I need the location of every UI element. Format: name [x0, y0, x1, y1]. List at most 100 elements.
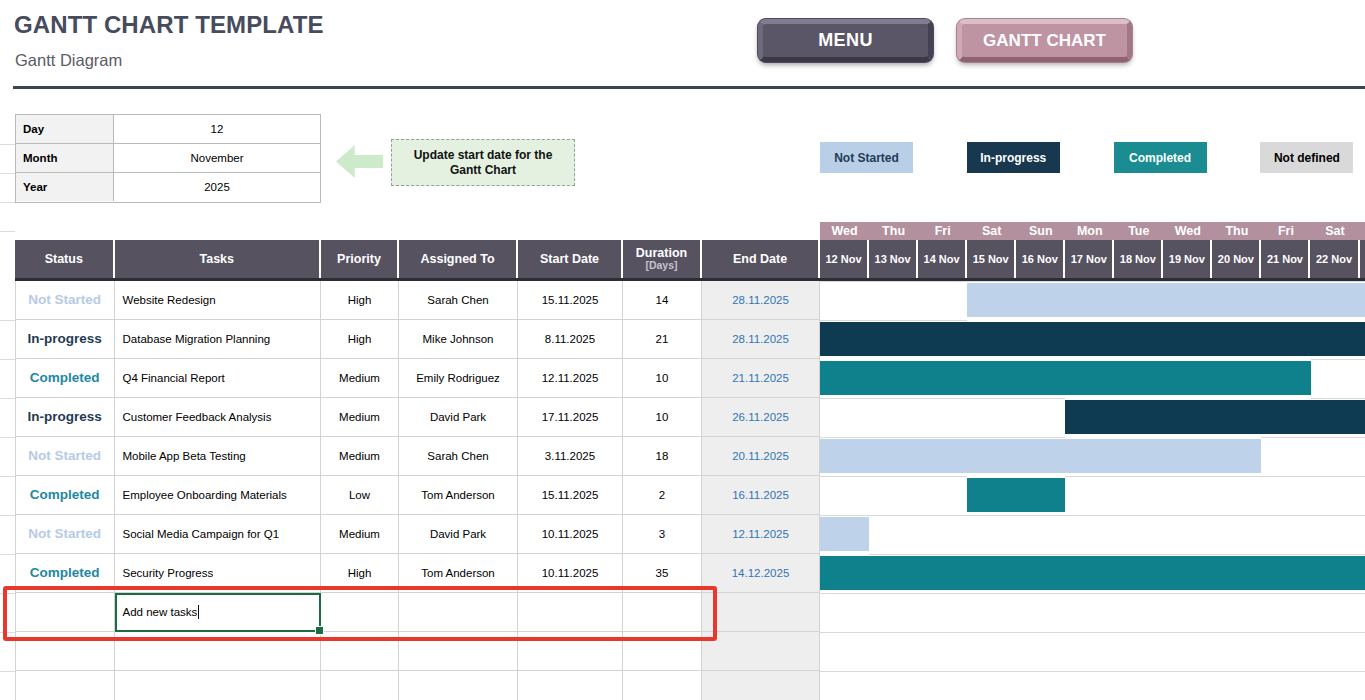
gridline-stub [0, 515, 15, 516]
table-header: Status Tasks Priority Assigned To Start … [15, 240, 820, 278]
cell-r1c1[interactable]: Database Migration Planning [115, 320, 322, 359]
cell-r2c3[interactable]: Emily Rodriguez [399, 359, 518, 398]
gantt-bar-gap [967, 475, 1065, 477]
gantt-day-cell: Wed [1163, 222, 1212, 240]
active-cell-text: Add new tasks [123, 606, 198, 618]
cell-r3c5[interactable]: 10 [623, 398, 702, 437]
cell-r3c3[interactable]: David Park [399, 398, 518, 437]
cell-r6c5[interactable]: 3 [623, 515, 702, 554]
gridline-stub [0, 173, 15, 174]
date-selector-value[interactable]: 2025 [114, 173, 320, 201]
page-subtitle: Gantt Diagram [15, 51, 122, 70]
gantt-day-cell: Tue [1114, 222, 1163, 240]
cell-r10c0[interactable] [15, 671, 115, 700]
cell-r2c0[interactable]: Completed [15, 359, 115, 398]
cell-r3c4[interactable]: 17.11.2025 [518, 398, 623, 437]
cell-r0c5[interactable]: 14 [623, 281, 702, 320]
menu-button[interactable]: MENU [758, 19, 933, 62]
cell-r4c3[interactable]: Sarah Chen [399, 437, 518, 476]
cell-r2c1[interactable]: Q4 Financial Report [115, 359, 322, 398]
gantt-bar-completed [967, 478, 1065, 513]
cell-r5c5[interactable]: 2 [623, 476, 702, 515]
gantt-day-cell: Sat [1310, 222, 1359, 240]
cell-r1c0[interactable]: In-progress [15, 320, 115, 359]
cell-r5c6[interactable]: 16.11.2025 [702, 476, 820, 515]
col-header-duration: Duration [Days] [623, 240, 702, 278]
legend-not-started: Not Started [820, 142, 913, 173]
table-row [15, 671, 820, 700]
cell-r2c2[interactable]: Medium [321, 359, 399, 398]
cell-r1c3[interactable]: Mike Johnson [399, 320, 518, 359]
cell-r1c6[interactable]: 28.11.2025 [702, 320, 820, 359]
date-selector-value[interactable]: 12 [114, 115, 320, 143]
gantt-date-cell: 20 Nov [1212, 240, 1261, 278]
cell-r5c2[interactable]: Low [321, 476, 399, 515]
cell-r4c6[interactable]: 20.11.2025 [702, 437, 820, 476]
cell-r5c4[interactable]: 15.11.2025 [518, 476, 623, 515]
gantt-day-cell: Mon [1065, 222, 1114, 240]
gantt-bar-completed [820, 556, 1365, 591]
cell-r6c4[interactable]: 10.11.2025 [518, 515, 623, 554]
cell-r0c2[interactable]: High [321, 281, 399, 320]
legend-in-progress: In-progress [967, 142, 1060, 173]
gantt-bar-in_progress [1065, 400, 1365, 435]
cell-r4c5[interactable]: 18 [623, 437, 702, 476]
gantt-spreadsheet: GANTT CHART TEMPLATE Gantt Diagram MENU … [0, 0, 1365, 700]
gantt-date-cell: 17 Nov [1065, 240, 1114, 278]
cell-r0c3[interactable]: Sarah Chen [399, 281, 518, 320]
gantt-bar-not_started [820, 439, 1261, 474]
cell-r7c6[interactable]: 14.12.2025 [702, 554, 820, 593]
table-row: CompletedQ4 Financial ReportMediumEmily … [15, 359, 820, 398]
cell-r5c1[interactable]: Employee Onboarding Materials [115, 476, 322, 515]
gridline-stub [0, 476, 15, 477]
start-date-selector: Day12MonthNovemberYear2025 [15, 114, 321, 203]
cell-r1c2[interactable]: High [321, 320, 399, 359]
cell-r1c5[interactable]: 21 [623, 320, 702, 359]
gantt-date-cell: 21 Nov [1261, 240, 1310, 278]
cell-r5c3[interactable]: Tom Anderson [399, 476, 518, 515]
cell-r2c5[interactable]: 10 [623, 359, 702, 398]
cell-r0c1[interactable]: Website Redesign [115, 281, 322, 320]
cell-r1c4[interactable]: 8.11.2025 [518, 320, 623, 359]
cell-r4c0[interactable]: Not Started [15, 437, 115, 476]
cell-r2c4[interactable]: 12.11.2025 [518, 359, 623, 398]
cell-r10c3[interactable] [399, 671, 518, 700]
cell-r10c6[interactable] [702, 671, 820, 700]
cell-r6c6[interactable]: 12.11.2025 [702, 515, 820, 554]
gantt-chart-button[interactable]: GANTT CHART [957, 19, 1132, 62]
cell-r0c0[interactable]: Not Started [15, 281, 115, 320]
red-annotation-box [3, 586, 717, 641]
cell-r4c2[interactable]: Medium [321, 437, 399, 476]
cell-r3c1[interactable]: Customer Feedback Analysis [115, 398, 322, 437]
cell-r2c6[interactable]: 21.11.2025 [702, 359, 820, 398]
gantt-day-cell: Fri [1261, 222, 1310, 240]
col-header-startdate: Start Date [518, 240, 623, 278]
date-selector-row: Year2025 [16, 173, 320, 201]
cell-r4c1[interactable]: Mobile App Beta Testing [115, 437, 322, 476]
cell-r10c1[interactable] [115, 671, 322, 700]
cell-r3c0[interactable]: In-progress [15, 398, 115, 437]
cell-r9c6[interactable] [702, 632, 820, 671]
gantt-date-cell: 16 Nov [1016, 240, 1065, 278]
gantt-bar-gap [820, 358, 1311, 360]
cell-r10c4[interactable] [518, 671, 623, 700]
cell-r6c3[interactable]: David Park [399, 515, 518, 554]
cell-r5c0[interactable]: Completed [15, 476, 115, 515]
cell-r10c5[interactable] [623, 671, 702, 700]
gantt-bar-gap [1065, 397, 1310, 399]
cell-r0c4[interactable]: 15.11.2025 [518, 281, 623, 320]
table-row: In-progressCustomer Feedback AnalysisMed… [15, 398, 820, 437]
cell-r8c6[interactable] [702, 593, 820, 632]
cell-r6c2[interactable]: Medium [321, 515, 399, 554]
date-selector-value[interactable]: November [114, 144, 320, 172]
gridline-stub [0, 359, 15, 360]
cell-r0c6[interactable]: 28.11.2025 [702, 281, 820, 320]
cell-r3c6[interactable]: 26.11.2025 [702, 398, 820, 437]
cell-r10c2[interactable] [321, 671, 399, 700]
table-row: CompletedEmployee Onboarding MaterialsLo… [15, 476, 820, 515]
cell-r4c4[interactable]: 3.11.2025 [518, 437, 623, 476]
cell-r6c1[interactable]: Social Media Campaign for Q1 [115, 515, 322, 554]
active-cell-add-new-tasks[interactable]: Add new tasks [115, 593, 322, 632]
cell-r6c0[interactable]: Not Started [15, 515, 115, 554]
cell-r3c2[interactable]: Medium [321, 398, 399, 437]
